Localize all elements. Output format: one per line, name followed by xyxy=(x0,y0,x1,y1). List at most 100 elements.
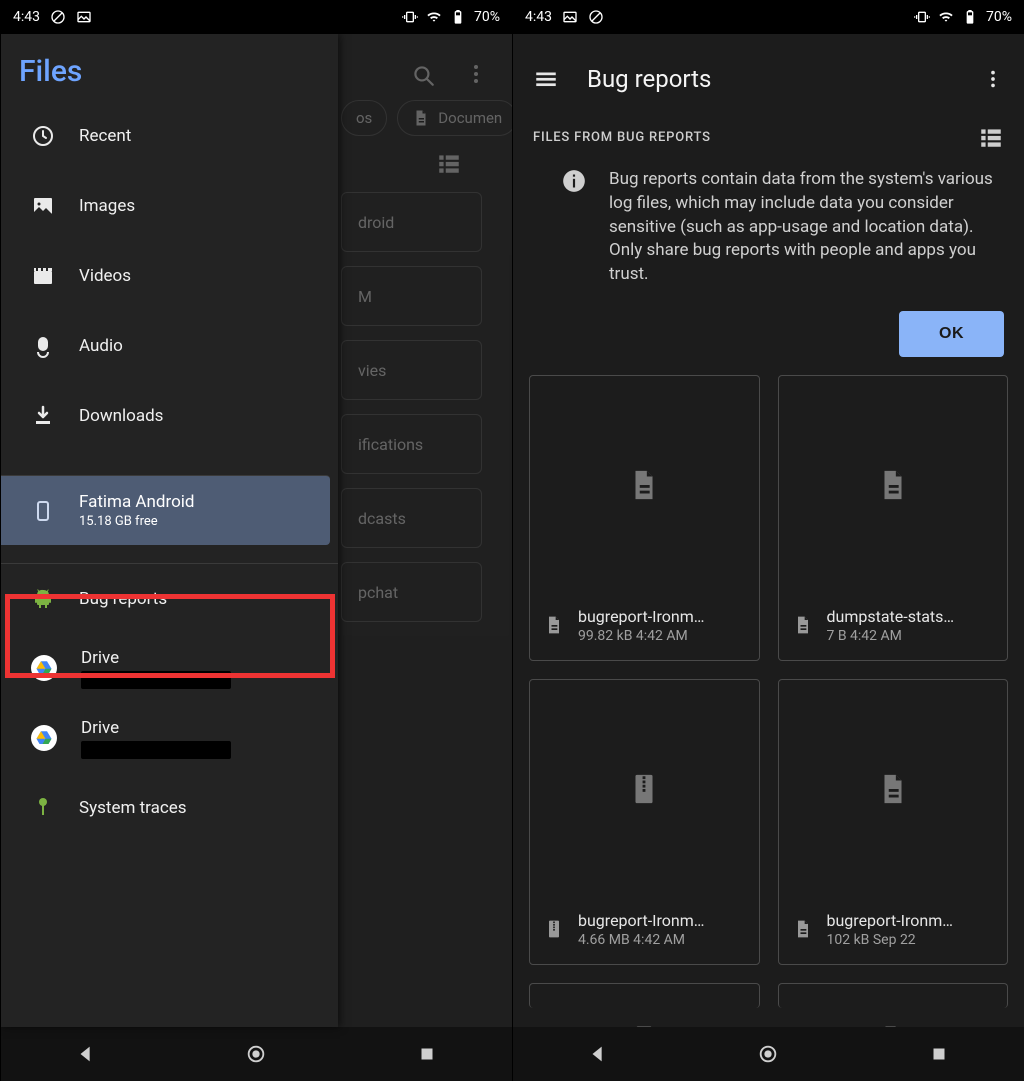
drawer-recent[interactable]: Recent xyxy=(1,101,338,171)
vibrate-icon xyxy=(402,9,418,25)
image-status-icon xyxy=(562,9,578,25)
folder-label: pchat xyxy=(358,583,398,602)
file-icon xyxy=(544,613,564,637)
drawer-bug-reports[interactable]: Bug reports xyxy=(1,563,338,633)
status-bar: 4:43 70% xyxy=(1,0,512,34)
drive-icon xyxy=(31,725,57,751)
storage-name: Fatima Android xyxy=(79,492,195,512)
list-view-icon[interactable] xyxy=(978,124,1004,150)
more-icon[interactable] xyxy=(464,62,488,86)
file-grid: bugreport-Ironm… 99.82 kB 4:42 AM dumpst… xyxy=(529,371,1008,1008)
folder-item[interactable]: droid xyxy=(341,192,482,252)
home-button[interactable] xyxy=(757,1043,779,1065)
file-icon xyxy=(793,613,813,637)
folder-item[interactable]: M xyxy=(341,266,482,326)
file-tile[interactable]: bugreport-Ironm… 99.82 kB 4:42 AM xyxy=(529,375,760,661)
chip-label: Documen xyxy=(438,109,502,127)
folder-item[interactable]: pchat xyxy=(341,562,482,622)
main-content: FILES FROM BUG REPORTS Bug reports conta… xyxy=(513,124,1024,1081)
file-tile[interactable]: bugreport-Ironm… 102 kB Sep 22 xyxy=(778,679,1009,965)
zip-icon xyxy=(627,768,661,810)
drawer-label: Bug reports xyxy=(79,589,167,609)
image-icon xyxy=(31,194,55,218)
battery-icon xyxy=(450,9,466,25)
dnd-icon xyxy=(50,9,66,25)
chip-label: os xyxy=(356,109,372,127)
info-banner: Bug reports contain data from the system… xyxy=(529,162,1008,299)
folder-label: dcasts xyxy=(358,509,406,528)
dnd-icon xyxy=(588,9,604,25)
chip[interactable]: os xyxy=(341,100,387,136)
drawer-label: Videos xyxy=(79,266,131,286)
storage-sub: 15.18 GB free xyxy=(79,514,195,529)
info-icon xyxy=(561,168,587,194)
status-battery: 70% xyxy=(474,9,500,25)
drawer-drive-2[interactable]: Drive xyxy=(1,703,338,773)
nav-bar xyxy=(1,1027,512,1081)
ok-button[interactable]: OK xyxy=(899,311,1004,357)
drawer-system-traces[interactable]: System traces xyxy=(1,773,338,843)
drawer-label: Drive xyxy=(81,718,231,738)
drawer-images[interactable]: Images xyxy=(1,171,338,241)
file-name: bugreport-Ironm… xyxy=(827,911,967,930)
page-title: Bug reports xyxy=(587,65,954,93)
traces-icon xyxy=(31,796,55,820)
drawer-label: Audio xyxy=(79,336,123,356)
vibrate-icon xyxy=(914,9,930,25)
zip-icon xyxy=(544,917,564,941)
file-icon xyxy=(627,464,661,506)
more-icon[interactable] xyxy=(982,68,1004,90)
nav-drawer: Files Recent Images Videos Audio Downloa… xyxy=(1,34,338,1027)
redacted-email xyxy=(81,741,231,759)
file-tile[interactable] xyxy=(778,983,1009,1008)
drawer-label: Images xyxy=(79,196,135,216)
file-name: bugreport-Ironm… xyxy=(578,607,718,626)
file-tile[interactable]: bugreport-Ironm… 4.66 MB 4:42 AM xyxy=(529,679,760,965)
drawer-storage[interactable]: Fatima Android 15.18 GB free xyxy=(1,475,330,545)
drawer-videos[interactable]: Videos xyxy=(1,241,338,311)
folder-label: vies xyxy=(358,361,386,380)
battery-icon xyxy=(962,9,978,25)
back-button[interactable] xyxy=(587,1043,609,1065)
phone-icon xyxy=(31,499,55,523)
home-button[interactable] xyxy=(245,1043,267,1065)
drawer-downloads[interactable]: Downloads xyxy=(1,381,338,451)
file-name: dumpstate-stats… xyxy=(827,607,967,626)
folder-label: ifications xyxy=(358,435,423,454)
back-button[interactable] xyxy=(75,1043,97,1065)
file-tile[interactable]: dumpstate-stats… 7 B 4:42 AM xyxy=(778,375,1009,661)
wifi-icon xyxy=(938,9,954,25)
file-tile[interactable] xyxy=(529,983,760,1008)
file-sub: 99.82 kB 4:42 AM xyxy=(578,628,718,644)
folder-item[interactable]: ifications xyxy=(341,414,482,474)
status-battery: 70% xyxy=(986,9,1012,25)
drawer-drive-1[interactable]: Drive xyxy=(1,633,338,703)
drawer-label: System traces xyxy=(79,798,187,818)
app-bar: Bug reports xyxy=(513,34,1024,124)
folder-item[interactable]: vies xyxy=(341,340,482,400)
chip[interactable]: Documen xyxy=(397,100,517,136)
file-name: bugreport-Ironm… xyxy=(578,911,718,930)
nav-bar xyxy=(513,1027,1024,1081)
drawer-title: Files xyxy=(1,34,338,101)
drawer-label: Drive xyxy=(81,648,231,668)
recents-button[interactable] xyxy=(928,1043,950,1065)
status-time: 4:43 xyxy=(13,9,40,25)
video-icon xyxy=(31,264,55,288)
folder-label: droid xyxy=(358,213,394,232)
search-icon[interactable] xyxy=(410,62,436,88)
recents-button[interactable] xyxy=(416,1043,438,1065)
menu-icon[interactable] xyxy=(533,66,559,92)
section-title: FILES FROM BUG REPORTS xyxy=(533,130,711,145)
audio-icon xyxy=(31,334,55,358)
phone-left: 4:43 70% os Documen xyxy=(0,0,512,1081)
file-icon xyxy=(793,917,813,941)
file-icon xyxy=(412,109,430,127)
drawer-audio[interactable]: Audio xyxy=(1,311,338,381)
file-icon xyxy=(876,768,910,810)
phone-right: 4:43 70% Bug reports FILES FROM BUG REPO… xyxy=(512,0,1024,1081)
download-icon xyxy=(31,404,55,428)
list-view-icon[interactable] xyxy=(436,150,462,176)
folder-item[interactable]: dcasts xyxy=(341,488,482,548)
redacted-email xyxy=(81,671,231,689)
